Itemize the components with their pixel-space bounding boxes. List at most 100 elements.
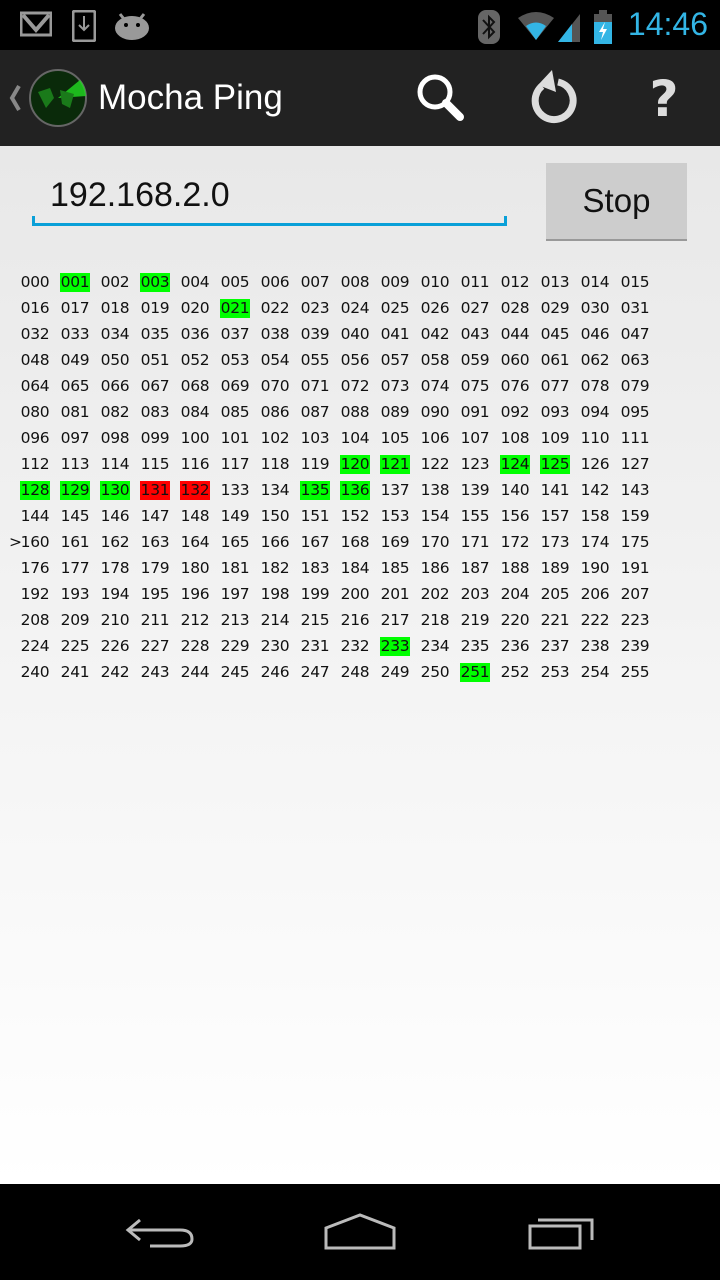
host-cell[interactable]: 167 — [300, 533, 330, 552]
host-cell[interactable]: 134 — [260, 481, 290, 500]
host-cell[interactable]: 206 — [580, 585, 610, 604]
host-cell[interactable]: 179 — [140, 559, 170, 578]
host-cell[interactable]: 094 — [580, 403, 610, 422]
host-cell[interactable]: 079 — [620, 377, 650, 396]
host-cell[interactable]: 239 — [620, 637, 650, 656]
host-cell[interactable]: 057 — [380, 351, 410, 370]
ip-address-value[interactable]: 192.168.2.0 — [50, 176, 230, 215]
host-cell[interactable]: 018 — [100, 299, 130, 318]
host-cell[interactable]: 056 — [340, 351, 370, 370]
host-cell[interactable]: 244 — [180, 663, 210, 682]
host-cell[interactable]: 196 — [180, 585, 210, 604]
host-cell[interactable]: 059 — [460, 351, 490, 370]
host-cell[interactable]: 070 — [260, 377, 290, 396]
host-cell[interactable]: 255 — [620, 663, 650, 682]
host-cell[interactable]: 226 — [100, 637, 130, 656]
host-cell[interactable]: 180 — [180, 559, 210, 578]
host-cell[interactable]: 063 — [620, 351, 650, 370]
host-cell[interactable]: 124 — [500, 455, 530, 474]
host-cell[interactable]: 043 — [460, 325, 490, 344]
host-cell[interactable]: 028 — [500, 299, 530, 318]
host-cell[interactable]: 106 — [420, 429, 450, 448]
host-cell[interactable]: 048 — [20, 351, 50, 370]
host-cell[interactable]: 200 — [340, 585, 370, 604]
host-cell[interactable]: 247 — [300, 663, 330, 682]
host-cell[interactable]: 104 — [340, 429, 370, 448]
host-cell[interactable]: 075 — [460, 377, 490, 396]
host-cell[interactable]: 107 — [460, 429, 490, 448]
host-cell[interactable]: 068 — [180, 377, 210, 396]
host-cell[interactable]: 235 — [460, 637, 490, 656]
host-cell[interactable]: 085 — [220, 403, 250, 422]
host-cell[interactable]: 012 — [500, 273, 530, 292]
host-cell[interactable]: 041 — [380, 325, 410, 344]
host-cell[interactable]: 080 — [20, 403, 50, 422]
host-cell[interactable]: 170 — [420, 533, 450, 552]
host-cell[interactable]: 246 — [260, 663, 290, 682]
host-cell[interactable]: 248 — [340, 663, 370, 682]
back-icon[interactable] — [120, 1212, 200, 1252]
host-cell[interactable]: 151 — [300, 507, 330, 526]
host-cell[interactable]: 024 — [340, 299, 370, 318]
host-cell[interactable]: 115 — [140, 455, 170, 474]
host-cell[interactable]: 097 — [60, 429, 90, 448]
host-cell[interactable]: 113 — [60, 455, 90, 474]
host-cell[interactable]: 116 — [180, 455, 210, 474]
host-cell[interactable]: 186 — [420, 559, 450, 578]
host-cell[interactable]: 035 — [140, 325, 170, 344]
host-cell[interactable]: 210 — [100, 611, 130, 630]
host-cell[interactable]: 228 — [180, 637, 210, 656]
host-cell[interactable]: 153 — [380, 507, 410, 526]
host-cell[interactable]: 111 — [620, 429, 650, 448]
host-cell[interactable]: 049 — [60, 351, 90, 370]
host-cell[interactable]: 208 — [20, 611, 50, 630]
host-cell[interactable]: 003 — [140, 273, 170, 292]
host-cell[interactable]: 188 — [500, 559, 530, 578]
host-cell[interactable]: 158 — [580, 507, 610, 526]
host-cell[interactable]: 240 — [20, 663, 50, 682]
host-cell[interactable]: 077 — [540, 377, 570, 396]
host-cell[interactable]: 050 — [100, 351, 130, 370]
host-cell[interactable]: 020 — [180, 299, 210, 318]
host-cell[interactable]: 120 — [340, 455, 370, 474]
host-cell[interactable]: 207 — [620, 585, 650, 604]
host-cell[interactable]: 232 — [340, 637, 370, 656]
host-cell[interactable]: 218 — [420, 611, 450, 630]
host-cell[interactable]: 176 — [20, 559, 50, 578]
host-cell[interactable]: 149 — [220, 507, 250, 526]
host-cell[interactable]: 159 — [620, 507, 650, 526]
host-cell[interactable]: 072 — [340, 377, 370, 396]
host-cell[interactable]: 007 — [300, 273, 330, 292]
host-cell[interactable]: 092 — [500, 403, 530, 422]
host-cell[interactable]: 105 — [380, 429, 410, 448]
host-cell[interactable]: 148 — [180, 507, 210, 526]
host-cell[interactable]: 121 — [380, 455, 410, 474]
host-cell[interactable]: 029 — [540, 299, 570, 318]
host-cell[interactable]: 046 — [580, 325, 610, 344]
host-cell[interactable]: 051 — [140, 351, 170, 370]
host-cell[interactable]: 145 — [60, 507, 90, 526]
host-cell[interactable]: 150 — [260, 507, 290, 526]
host-cell[interactable]: 136 — [340, 481, 370, 500]
host-cell[interactable]: 026 — [420, 299, 450, 318]
host-cell[interactable]: 045 — [540, 325, 570, 344]
host-cell[interactable]: 201 — [380, 585, 410, 604]
host-cell[interactable]: 039 — [300, 325, 330, 344]
host-cell[interactable]: 204 — [500, 585, 530, 604]
host-cell[interactable]: 126 — [580, 455, 610, 474]
host-cell[interactable]: 011 — [460, 273, 490, 292]
host-cell[interactable]: 055 — [300, 351, 330, 370]
host-cell[interactable]: 015 — [620, 273, 650, 292]
host-cell[interactable]: 053 — [220, 351, 250, 370]
host-cell[interactable]: 119 — [300, 455, 330, 474]
host-cell[interactable]: 132 — [180, 481, 210, 500]
host-cell[interactable]: 178 — [100, 559, 130, 578]
host-cell[interactable]: 168 — [340, 533, 370, 552]
host-cell[interactable]: 241 — [60, 663, 90, 682]
host-cell[interactable]: 089 — [380, 403, 410, 422]
host-cell[interactable]: 162 — [100, 533, 130, 552]
host-cell[interactable]: 187 — [460, 559, 490, 578]
host-cell[interactable]: 019 — [140, 299, 170, 318]
host-cell[interactable]: 194 — [100, 585, 130, 604]
host-cell[interactable]: 054 — [260, 351, 290, 370]
